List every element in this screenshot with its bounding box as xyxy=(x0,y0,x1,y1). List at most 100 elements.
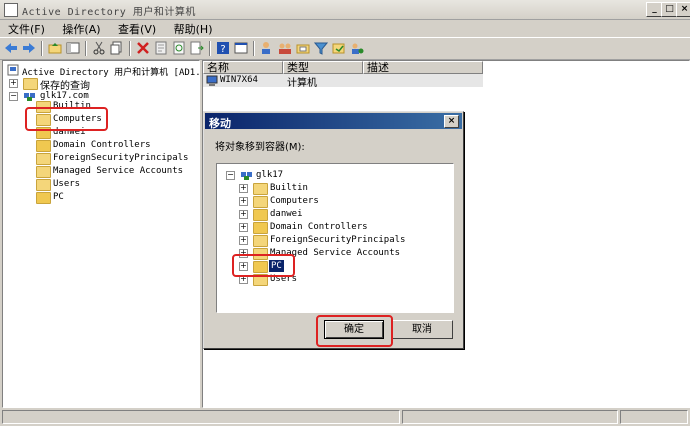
container-item-builtin[interactable]: + Builtin xyxy=(217,182,453,195)
status-pane-right xyxy=(620,410,688,424)
tree-item-domain-controllers[interactable]: Domain Controllers xyxy=(3,139,199,152)
dialog-prompt: 将对象移到容器(M): xyxy=(215,142,305,153)
window-title: Active Directory 用户和计算机 xyxy=(22,7,196,18)
ad-root-icon xyxy=(7,64,19,76)
tree-item-computers[interactable]: Computers xyxy=(3,113,199,126)
ou-folder-icon xyxy=(253,209,268,221)
menu-view[interactable]: 查看(V) xyxy=(110,19,162,37)
expand-icon[interactable]: + xyxy=(239,249,248,258)
container-item-danwei[interactable]: + danwei xyxy=(217,208,453,221)
folder-icon xyxy=(253,183,268,195)
properties-icon[interactable] xyxy=(154,41,168,55)
folder-icon xyxy=(36,114,51,126)
filter-icon[interactable] xyxy=(314,41,328,55)
forward-arrow-icon[interactable] xyxy=(22,41,36,55)
refresh-icon[interactable] xyxy=(172,41,186,55)
title-bar: Active Directory 用户和计算机 _ □ × xyxy=(0,0,690,20)
container-item-label: danwei xyxy=(270,209,303,219)
status-bar xyxy=(0,409,690,426)
cancel-button[interactable]: 取消 xyxy=(391,320,453,339)
back-arrow-icon[interactable] xyxy=(4,41,18,55)
toolbar: ? xyxy=(0,37,690,60)
expand-icon[interactable]: + xyxy=(239,197,248,206)
container-tree-root[interactable]: − glk17 xyxy=(217,169,453,182)
up-folder-icon[interactable] xyxy=(48,41,62,55)
container-item-label: Builtin xyxy=(270,183,308,193)
tree-item-label: Domain Controllers xyxy=(53,140,151,150)
tree-item-label: Computers xyxy=(53,114,102,124)
move-dialog: 移动 × 将对象移到容器(M): − glk17 + Builtin + Com… xyxy=(203,111,464,349)
close-button[interactable]: × xyxy=(676,2,690,17)
copy-icon[interactable] xyxy=(110,41,124,55)
container-tree[interactable]: − glk17 + Builtin + Computers + danwei +… xyxy=(216,163,454,313)
folder-icon xyxy=(253,248,268,260)
container-item-pc-selected[interactable]: + PC xyxy=(217,260,453,273)
tree-root[interactable]: Active Directory 用户和计算机 [AD1.g xyxy=(3,64,199,78)
container-tree-label: glk17 xyxy=(256,170,284,180)
show-hide-tree-icon[interactable] xyxy=(66,41,80,55)
list-cell-name: WIN7X64 xyxy=(220,75,258,85)
new-group-icon[interactable] xyxy=(278,41,292,55)
new-ou-icon[interactable] xyxy=(296,41,310,55)
tree-item-saved-queries[interactable]: + 保存的查询 xyxy=(3,77,199,92)
menu-file[interactable]: 文件(F) xyxy=(0,19,51,37)
column-header-description[interactable]: 描述 xyxy=(363,61,483,74)
container-item-label: Users xyxy=(270,274,298,284)
folder-icon xyxy=(36,153,51,165)
console-tree-pane[interactable]: Active Directory 用户和计算机 [AD1.g + 保存的查询 −… xyxy=(2,60,200,408)
folder-icon xyxy=(253,235,268,247)
dialog-close-button[interactable]: × xyxy=(444,115,459,128)
tree-item-label: PC xyxy=(53,192,64,202)
app-icon xyxy=(4,3,18,17)
tree-item-label: Users xyxy=(53,179,81,189)
domain-icon xyxy=(241,172,252,180)
container-item-foreign-security-principals[interactable]: + ForeignSecurityPrincipals xyxy=(217,234,453,247)
tree-item-builtin[interactable]: Builtin xyxy=(3,100,199,113)
tree-item-danwei[interactable]: danwei xyxy=(3,126,199,139)
container-item-label: ForeignSecurityPrincipals xyxy=(270,235,406,245)
folder-icon xyxy=(36,179,51,191)
container-item-label: Domain Controllers xyxy=(270,222,368,232)
expand-icon[interactable]: + xyxy=(239,223,248,232)
tree-item-label: ForeignSecurityPrincipals xyxy=(53,153,189,163)
expand-icon[interactable]: + xyxy=(239,184,248,193)
ou-folder-icon xyxy=(36,192,51,204)
expand-icon[interactable]: + xyxy=(239,236,248,245)
add-to-group-icon[interactable] xyxy=(350,41,364,55)
tree-item-foreign-security-principals[interactable]: ForeignSecurityPrincipals xyxy=(3,152,199,165)
expand-icon[interactable]: + xyxy=(239,275,248,284)
tree-item-pc[interactable]: PC xyxy=(3,191,199,204)
tree-item-managed-service-accounts[interactable]: Managed Service Accounts xyxy=(3,165,199,178)
tree-item-users[interactable]: Users xyxy=(3,178,199,191)
expand-icon[interactable]: + xyxy=(9,79,18,88)
list-row[interactable]: WIN7X64 计算机 xyxy=(203,74,483,89)
container-item-managed-service-accounts[interactable]: + Managed Service Accounts xyxy=(217,247,453,260)
computer-icon xyxy=(206,75,218,86)
column-header-type[interactable]: 类型 xyxy=(283,61,363,74)
list-cell-type: 计算机 xyxy=(287,78,317,89)
help-icon[interactable]: ? xyxy=(216,41,230,55)
column-header-name[interactable]: 名称 xyxy=(203,61,283,74)
collapse-icon[interactable]: − xyxy=(226,171,235,180)
find-icon[interactable] xyxy=(332,41,346,55)
container-item-label: Managed Service Accounts xyxy=(270,248,401,258)
expand-icon[interactable]: + xyxy=(239,262,248,271)
folder-icon xyxy=(253,196,268,208)
folder-icon xyxy=(253,274,268,286)
expand-icon[interactable]: + xyxy=(239,210,248,219)
svg-text:?: ? xyxy=(220,44,225,55)
ok-button[interactable]: 确定 xyxy=(324,320,384,339)
new-user-icon[interactable] xyxy=(260,41,274,55)
menu-action[interactable]: 操作(A) xyxy=(54,19,106,37)
container-item-users[interactable]: + Users xyxy=(217,273,453,286)
folder-icon xyxy=(36,166,51,178)
container-item-computers[interactable]: + Computers xyxy=(217,195,453,208)
menu-bar: 文件(F) 操作(A) 查看(V) 帮助(H) xyxy=(0,19,690,36)
delete-icon[interactable] xyxy=(136,41,150,55)
menu-help[interactable]: 帮助(H) xyxy=(166,19,219,37)
folder-icon xyxy=(36,101,51,113)
container-item-domain-controllers[interactable]: + Domain Controllers xyxy=(217,221,453,234)
cut-icon[interactable] xyxy=(92,41,106,55)
export-list-icon[interactable] xyxy=(190,41,204,55)
view-icon[interactable] xyxy=(234,41,248,55)
